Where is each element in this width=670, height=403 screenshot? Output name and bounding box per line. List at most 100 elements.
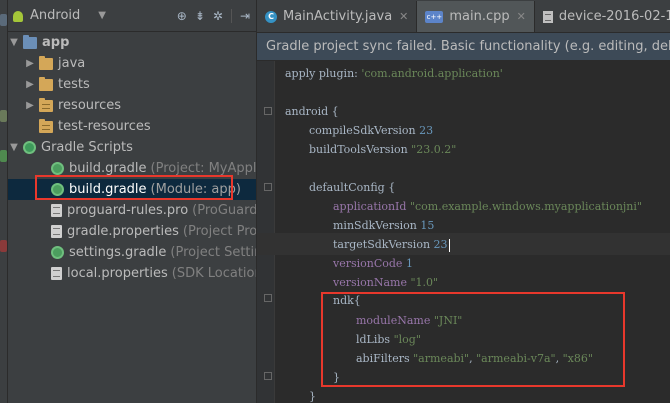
code-line: apply plugin: 'com.android.application'	[285, 67, 503, 80]
project-panel-header: Android ▼ ⊕ ⇟ ✲ ⇥	[8, 0, 256, 32]
current-line-highlight	[257, 233, 670, 255]
code-token: 23	[433, 238, 448, 251]
code-token: 'com.android.application'	[361, 67, 503, 80]
fold-marker-icon[interactable]	[264, 294, 272, 302]
target-icon[interactable]: ⊕	[177, 9, 187, 23]
tree-item-test-resources[interactable]: test-resources	[8, 116, 256, 137]
resources-folder-icon	[39, 97, 53, 112]
file-icon	[51, 204, 62, 217]
tree-item-hint: (Project: MyApplica	[150, 161, 257, 176]
code-token: "com.example.windows.myapplicationjni"	[409, 200, 642, 213]
android-icon	[12, 10, 24, 22]
properties-icon	[51, 225, 62, 238]
project-view-selector[interactable]: Android	[30, 8, 80, 23]
tab-device-screenshot[interactable]: device-2016-02-17-141	[535, 1, 670, 32]
code-token: buildToolsVersion	[309, 143, 408, 156]
document-icon	[542, 10, 553, 23]
tab-label: device-2016-02-17-141	[558, 9, 670, 24]
code-token: "23.0.2"	[411, 143, 457, 156]
tree-item-tests[interactable]: ▶ tests	[8, 74, 256, 95]
code-token: versionName	[333, 276, 407, 289]
hide-icon[interactable]: ⇥	[240, 9, 250, 23]
folder-icon	[39, 76, 53, 91]
tab-main-cpp[interactable]: c++ main.cpp ✕	[417, 1, 535, 32]
chevron-down-icon[interactable]: ▼	[8, 37, 20, 48]
module-folder-icon	[23, 34, 37, 49]
notification-text: Gradle project sync failed. Basic functi…	[266, 39, 670, 54]
fold-marker-icon[interactable]	[264, 107, 272, 115]
tree-item-label: local.properties	[67, 266, 168, 281]
java-class-icon: C	[265, 10, 277, 23]
gradle-icon	[51, 246, 64, 259]
properties-icon	[51, 267, 62, 280]
tree-item-label: Gradle Scripts	[41, 140, 133, 155]
code-token: minSdkVersion	[333, 219, 417, 232]
gradle-icon	[23, 141, 36, 154]
close-icon[interactable]: ✕	[517, 10, 526, 23]
chevron-right-icon[interactable]: ▶	[24, 100, 36, 111]
chevron-down-icon[interactable]: ▼	[98, 10, 106, 21]
text-caret	[448, 238, 450, 252]
code-token: 23	[419, 124, 434, 137]
chevron-right-icon[interactable]: ▶	[24, 79, 36, 90]
gradle-icon	[51, 162, 64, 175]
tree-item-label: gradle.properties	[67, 224, 179, 239]
fold-marker-icon[interactable]	[264, 372, 272, 380]
tree-item-java[interactable]: ▶ java	[8, 53, 256, 74]
editor-gutter	[257, 61, 275, 403]
tab-mainactivity[interactable]: C MainActivity.java ✕	[257, 1, 418, 32]
tab-label: main.cpp	[449, 9, 510, 24]
project-panel: Android ▼ ⊕ ⇟ ✲ ⇥ ▼ app ▶ java ▶ tests ▶	[8, 0, 257, 403]
tree-item-hint: (Project Settings	[170, 245, 256, 260]
tree-item-app[interactable]: ▼ app	[8, 32, 256, 53]
chevron-down-icon[interactable]: ▼	[8, 142, 20, 153]
tree-item-label: app	[42, 35, 70, 50]
tree-item-label: test-resources	[58, 119, 151, 134]
cpp-file-icon: c++	[425, 10, 444, 23]
code-token: 1	[405, 257, 413, 270]
left-tool-strip	[0, 0, 8, 403]
gradle-sync-notification: Gradle project sync failed. Basic functi…	[257, 33, 670, 61]
code-token: applicationId	[333, 200, 407, 213]
chevron-right-icon[interactable]: ▶	[24, 58, 36, 69]
code-line: buildToolsVersion "23.0.2"	[309, 139, 456, 161]
annotation-box-ndk-block	[321, 292, 625, 387]
tree-item-label: resources	[58, 98, 122, 113]
divider	[230, 8, 232, 23]
code-line: }	[309, 390, 316, 403]
tree-item-label: proguard-rules.pro	[67, 203, 189, 218]
tree-item-resources[interactable]: ▶ resources	[8, 95, 256, 116]
tree-item-label: java	[58, 56, 86, 71]
close-icon[interactable]: ✕	[399, 10, 408, 23]
annotation-box-module-gradle	[35, 175, 233, 200]
project-tool-icon[interactable]	[0, 110, 7, 122]
fold-marker-icon[interactable]	[264, 183, 272, 191]
panel-header-icons: ⊕ ⇟ ✲ ⇥	[177, 8, 256, 23]
tree-item-local-properties[interactable]: local.properties (SDK Location)	[8, 263, 256, 284]
settings-icon[interactable]: ✲	[213, 9, 223, 23]
editor-tab-bar: C MainActivity.java ✕ c++ main.cpp ✕ dev…	[257, 0, 670, 33]
code-token: apply plugin	[285, 67, 355, 80]
structure-tool-icon[interactable]	[0, 150, 7, 162]
tab-label: MainActivity.java	[283, 9, 393, 24]
tree-item-hint: (SDK Location)	[171, 266, 256, 281]
code-token: compileSdkVersion	[309, 124, 416, 137]
tree-item-hint: (Project Prope	[182, 224, 257, 239]
tree-item-gradle-scripts[interactable]: ▼ Gradle Scripts	[8, 137, 256, 158]
captures-tool-icon[interactable]	[0, 14, 7, 26]
tree-item-label: tests	[58, 77, 90, 92]
tree-item-proguard-rules[interactable]: proguard-rules.pro (ProGuard R	[8, 200, 257, 221]
resources-folder-icon	[39, 118, 53, 133]
tree-item-gradle-properties[interactable]: gradle.properties (Project Prope	[8, 221, 257, 242]
tree-item-label: build.gradle	[69, 161, 147, 176]
code-token: "1.0"	[410, 276, 439, 289]
tree-item-hint: (ProGuard R	[192, 203, 257, 218]
code-token: targetSdkVersion	[333, 238, 431, 251]
code-token: 15	[420, 219, 435, 232]
code-token: versionCode	[333, 257, 403, 270]
tree-item-settings-gradle[interactable]: settings.gradle (Project Settings	[8, 242, 256, 263]
tree-item-label: settings.gradle	[69, 245, 167, 260]
build-variants-tool-icon[interactable]	[0, 240, 7, 252]
collapse-icon[interactable]: ⇟	[195, 9, 205, 23]
folder-icon	[39, 55, 53, 70]
